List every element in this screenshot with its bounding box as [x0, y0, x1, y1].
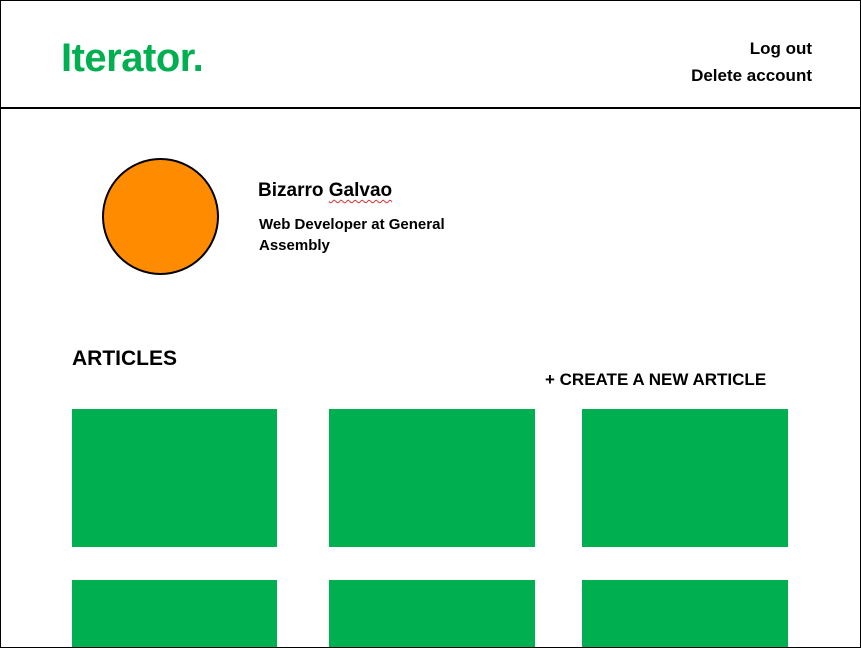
header-links: Log out Delete account — [691, 35, 812, 89]
create-article-button[interactable]: + CREATE A NEW ARTICLE — [545, 370, 766, 390]
header: Iterator. Log out Delete account — [1, 1, 860, 109]
article-card[interactable] — [329, 409, 535, 547]
article-card[interactable] — [582, 580, 788, 647]
avatar — [102, 158, 219, 275]
logo[interactable]: Iterator. — [61, 36, 204, 81]
logout-link[interactable]: Log out — [691, 35, 812, 62]
profile-name: Bizarro Galvao — [258, 180, 392, 202]
article-card[interactable] — [329, 580, 535, 647]
profile-first-name: Bizarro — [258, 180, 324, 201]
profile-last-name: Galvao — [328, 180, 393, 201]
page-frame: Iterator. Log out Delete account Bizarro… — [0, 0, 861, 648]
article-card[interactable] — [72, 409, 277, 547]
delete-account-link[interactable]: Delete account — [691, 62, 812, 89]
article-card[interactable] — [72, 580, 277, 647]
articles-heading: ARTICLES — [72, 347, 177, 370]
article-card[interactable] — [582, 409, 788, 547]
profile-title: Web Developer at General Assembly — [259, 216, 445, 254]
